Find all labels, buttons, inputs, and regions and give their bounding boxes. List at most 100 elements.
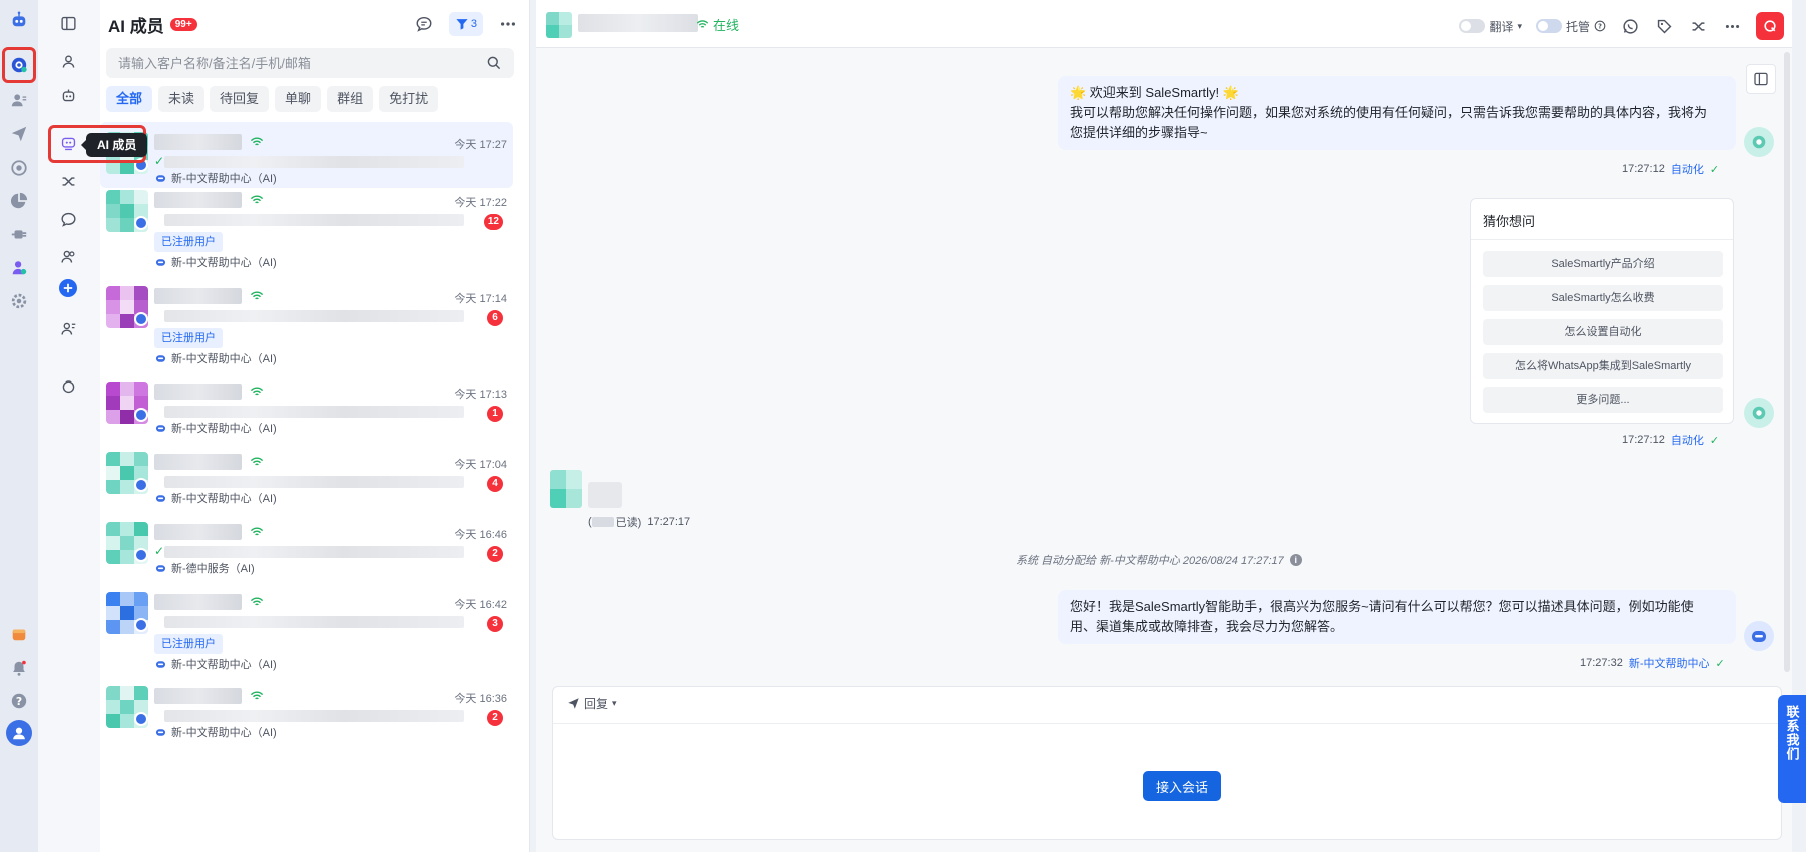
conversation-row[interactable]: 今天 16:42 3 已注册用户 新-中文帮助中心（AI) [100, 582, 513, 674]
comment-icon[interactable] [55, 206, 81, 232]
suggestion-item[interactable]: 更多问题... [1483, 387, 1723, 413]
suggestion-item[interactable]: SaleSmartly怎么收费 [1483, 285, 1723, 311]
conversation-row[interactable]: 今天 17:27 ✓ 新-中文帮助中心（AI) [100, 122, 513, 188]
join-session-button[interactable]: 接入会话 [1143, 771, 1221, 801]
ai-member-icon[interactable] [7, 256, 31, 280]
chat-more-button[interactable] [1722, 16, 1742, 36]
suggestion-item[interactable]: SaleSmartly产品介绍 [1483, 251, 1723, 277]
tab-do-not-disturb[interactable]: 免打扰 [379, 86, 439, 112]
side-panel-toggle[interactable] [1746, 64, 1776, 94]
wifi-icon [250, 597, 264, 606]
person-icon[interactable] [55, 48, 81, 74]
user-avatar-icon[interactable] [6, 720, 32, 746]
suggestion-title: 猜你想问 [1483, 214, 1536, 229]
channel-badge-icon [134, 312, 148, 326]
unread-count-badge: 12 [483, 214, 503, 230]
welcome-source-link[interactable]: 自动化 [1671, 161, 1704, 177]
contact-us-label: 联系我们 [1784, 705, 1800, 761]
chat-header: 在线 翻译 ▾ 托管 ? [536, 0, 1792, 48]
suggestion-item[interactable]: 怎么设置自动化 [1483, 319, 1723, 345]
conversation-row[interactable]: 今天 17:04 4 新-中文帮助中心（AI) [100, 442, 513, 508]
row-time: 今天 17:04 [454, 459, 507, 471]
tab-all[interactable]: 全部 [106, 86, 153, 112]
list-title: AI 成员 [108, 16, 164, 36]
conversation-row[interactable]: 今天 16:36 2 新-中文帮助中心（AI) [100, 676, 513, 742]
more-button[interactable] [497, 13, 519, 35]
question-circle-icon[interactable]: ? [1594, 20, 1606, 32]
custody-switch[interactable] [1535, 19, 1562, 33]
help-icon[interactable]: ? [7, 689, 31, 713]
assigned-agent: 新-中文帮助中心（AI) [154, 254, 277, 270]
total-unread-badge: 99+ [169, 17, 197, 31]
suggestion-card: 猜你想问 SaleSmartly产品介绍 SaleSmartly怎么收费 怎么设… [1470, 198, 1734, 424]
translate-switch[interactable] [1459, 19, 1486, 33]
whatsapp-button[interactable] [1620, 16, 1640, 36]
settings-gear-icon[interactable] [7, 289, 31, 313]
transfer-button[interactable] [1688, 16, 1708, 36]
bell-icon[interactable] [7, 656, 31, 680]
contacts-icon[interactable] [7, 88, 31, 112]
tab-unread[interactable]: 未读 [158, 86, 205, 112]
send-plane-icon[interactable] [7, 122, 31, 146]
bag-icon[interactable] [55, 373, 81, 399]
message-preview-blurred [164, 710, 464, 722]
custody-label: 托管 [1565, 19, 1590, 34]
chat-scrollbar[interactable] [1784, 52, 1790, 672]
customer-avatar[interactable] [550, 470, 582, 508]
svg-text:?: ? [1598, 22, 1602, 30]
info-icon[interactable]: i [1289, 554, 1302, 566]
chevron-down-icon: ▾ [1517, 20, 1522, 31]
online-status-text: 在线 [713, 18, 740, 33]
target-icon[interactable] [7, 156, 31, 180]
custody-toggle[interactable]: 托管 ? [1535, 18, 1606, 35]
reply-mode-selector[interactable]: 回复 ▾ [567, 695, 617, 712]
chat-bubble-icon[interactable] [7, 53, 31, 77]
add-circle-icon[interactable] [59, 279, 77, 297]
suggestion-time: 17:27:12 [1622, 434, 1665, 446]
ai-reply-source-link[interactable]: 新-中文帮助中心 [1629, 655, 1710, 671]
plugin-icon[interactable] [7, 222, 31, 246]
assigned-agent: 新-德中服务（AI) [154, 560, 255, 576]
suggestion-source-link[interactable]: 自动化 [1671, 432, 1704, 448]
assigned-agent-name: 新-中文帮助中心（AI) [171, 423, 277, 435]
robot-logo-icon[interactable] [7, 8, 31, 32]
shuffle-icon[interactable] [55, 168, 81, 194]
wifi-icon [250, 527, 264, 536]
contact-avatar[interactable] [546, 12, 572, 38]
robot-icon[interactable] [55, 82, 81, 108]
ai-reply-line-1: 您好！我是SaleSmartly智能助手，很高兴为您服务~请问有什么可以帮您？您… [1070, 599, 1694, 614]
tab-single-chat[interactable]: 单聊 [275, 86, 322, 112]
search-icon[interactable] [486, 55, 502, 71]
end-session-button[interactable] [1756, 12, 1784, 40]
tab-groups[interactable]: 群组 [327, 86, 374, 112]
gift-box-icon[interactable] [7, 622, 31, 646]
conversation-row[interactable]: 今天 17:14 6 已注册用户 新-中文帮助中心（AI) [100, 276, 513, 368]
user-settings-icon[interactable] [55, 315, 81, 341]
welcome-line-3: 您提供详细的步骤指导~ [1070, 125, 1208, 140]
filter-button[interactable]: 3 [448, 12, 483, 36]
bot-face-icon [1752, 406, 1766, 420]
channel-badge-icon [134, 408, 148, 422]
tag-button[interactable] [1654, 16, 1674, 36]
reply-label: 回复 [584, 697, 609, 711]
conversation-row[interactable]: 今天 17:22 12 已注册用户 新-中文帮助中心（AI) [100, 180, 513, 272]
group-icon[interactable] [55, 243, 81, 269]
channel-badge-icon [134, 216, 148, 230]
row-time: 今天 16:42 [454, 599, 507, 611]
tab-pending-reply[interactable]: 待回复 [210, 86, 270, 112]
panel-collapse-icon[interactable] [55, 10, 81, 36]
filter-tabs: 全部 未读 待回复 单聊 群组 免打扰 [106, 86, 439, 112]
message-preview-blurred [164, 616, 464, 628]
contact-us-button[interactable]: 联系我们 [1778, 695, 1806, 803]
pie-chart-icon[interactable] [7, 189, 31, 213]
new-chat-button[interactable] [413, 13, 435, 35]
conversation-row[interactable]: 今天 17:13 1 新-中文帮助中心（AI) [100, 372, 513, 438]
conversation-row[interactable]: 今天 16:46 ✓ 2 新-德中服务（AI) [100, 512, 513, 578]
translate-toggle[interactable]: 翻译 ▾ [1459, 18, 1522, 35]
search-input[interactable] [106, 48, 514, 78]
chat-new-icon [416, 16, 432, 32]
suggestion-meta: 17:27:12 自动化 ✓ [1622, 432, 1719, 448]
assigned-agent-name: 新-中文帮助中心（AI) [171, 493, 277, 505]
suggestion-item[interactable]: 怎么将WhatsApp集成到SaleSmartly [1483, 353, 1723, 379]
assigned-agent: 新-中文帮助中心（AI) [154, 490, 277, 506]
